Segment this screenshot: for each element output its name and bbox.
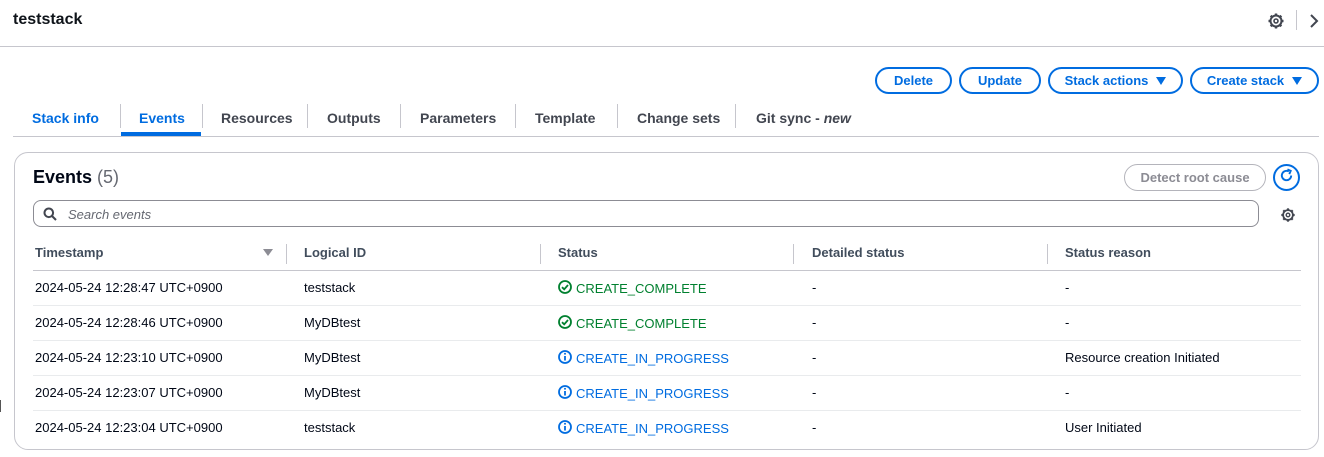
update-button[interactable]: Update — [959, 67, 1041, 94]
column-timestamp[interactable]: Timestamp — [35, 245, 103, 260]
detect-root-cause-button[interactable]: Detect root cause — [1124, 164, 1266, 191]
status-text: CREATE_COMPLETE — [576, 316, 707, 331]
cell-detailed-status: - — [812, 315, 817, 330]
column-status[interactable]: Status — [558, 245, 598, 260]
cell-logical-id: teststack — [304, 420, 356, 435]
table-row: 2024-05-24 12:23:04 UTC+0900 teststack C… — [33, 410, 1301, 445]
check-circle-icon — [558, 315, 576, 332]
column-status-reason[interactable]: Status reason — [1065, 245, 1151, 260]
refresh-button[interactable] — [1273, 164, 1300, 191]
status-text: CREATE_COMPLETE — [576, 281, 707, 296]
gear-icon[interactable] — [1280, 207, 1296, 223]
tab-change-sets[interactable]: Change sets — [637, 100, 720, 135]
search-box — [33, 200, 1259, 227]
tab-git-sync[interactable]: Git sync - new — [756, 100, 851, 135]
stack-actions-bar: Delete Update Stack actions Create stack — [0, 67, 1324, 95]
tab-separator — [120, 104, 121, 128]
new-badge: new — [823, 109, 851, 126]
delete-button[interactable]: Delete — [875, 67, 952, 94]
tab-resources[interactable]: Resources — [221, 100, 293, 135]
cell-status: CREATE_COMPLETE — [558, 280, 707, 297]
tab-outputs[interactable]: Outputs — [327, 100, 381, 135]
stack-tabs: Stack info Events Resources Outputs Para… — [13, 100, 1319, 137]
table-row: 2024-05-24 12:28:47 UTC+0900 teststack C… — [33, 270, 1301, 306]
refresh-icon — [1279, 168, 1294, 188]
column-detailed-status[interactable]: Detailed status — [812, 245, 904, 260]
cell-timestamp: 2024-05-24 12:23:10 UTC+0900 — [35, 350, 223, 365]
status-text: CREATE_IN_PROGRESS — [576, 386, 729, 401]
tab-separator — [202, 104, 203, 128]
sort-descending-icon[interactable] — [263, 249, 273, 256]
page-header: teststack — [0, 0, 1324, 47]
cell-logical-id: MyDBtest — [304, 350, 361, 365]
events-count: (5) — [97, 167, 120, 187]
column-resizer[interactable] — [540, 244, 541, 264]
tab-separator — [400, 104, 401, 128]
chevron-right-icon[interactable] — [1306, 12, 1322, 30]
cell-detailed-status: - — [812, 420, 817, 435]
cell-timestamp: 2024-05-24 12:28:46 UTC+0900 — [35, 315, 223, 330]
cell-detailed-status: - — [812, 350, 817, 365]
stack-actions-button[interactable]: Stack actions — [1048, 67, 1183, 94]
tab-separator — [515, 104, 516, 128]
tab-separator — [735, 104, 736, 128]
header-divider — [1296, 10, 1297, 30]
update-button-label: Update — [977, 73, 1023, 88]
tab-template[interactable]: Template — [535, 100, 595, 135]
table-row: 2024-05-24 12:28:46 UTC+0900 MyDBtest CR… — [33, 305, 1301, 341]
cell-status-reason: User Initiated — [1065, 420, 1142, 435]
tab-git-sync-label: Git sync — [756, 109, 812, 126]
create-stack-label: Create stack — [1206, 73, 1285, 88]
search-icon — [43, 207, 57, 221]
gear-icon[interactable] — [1267, 12, 1285, 30]
tab-parameters[interactable]: Parameters — [420, 100, 496, 135]
cell-logical-id: MyDBtest — [304, 315, 361, 330]
cell-logical-id: MyDBtest — [304, 385, 361, 400]
table-row: 2024-05-24 12:23:10 UTC+0900 MyDBtest CR… — [33, 340, 1301, 376]
create-stack-button[interactable]: Create stack — [1190, 67, 1319, 94]
caret-down-icon — [1156, 76, 1167, 85]
events-panel: Events (5) Detect root cause Timestamp L… — [14, 152, 1319, 450]
column-resizer[interactable] — [286, 244, 287, 264]
tab-stack-info[interactable]: Stack info — [32, 100, 99, 135]
check-circle-icon — [558, 280, 576, 297]
cell-status: CREATE_IN_PROGRESS — [558, 385, 729, 402]
info-circle-icon — [558, 385, 576, 402]
cell-detailed-status: - — [812, 280, 817, 295]
tab-separator — [617, 104, 618, 128]
delete-button-label: Delete — [893, 73, 934, 88]
stack-actions-label: Stack actions — [1064, 73, 1149, 88]
cell-logical-id: teststack — [304, 280, 356, 295]
table-header: Timestamp Logical ID Status Detailed sta… — [33, 233, 1301, 271]
status-text: CREATE_IN_PROGRESS — [576, 421, 729, 436]
cell-timestamp: 2024-05-24 12:23:07 UTC+0900 — [35, 385, 223, 400]
cell-status-reason: - — [1065, 280, 1070, 295]
tab-events[interactable]: Events — [139, 100, 185, 135]
cell-status-reason: Resource creation Initiated — [1065, 350, 1220, 365]
cell-status: CREATE_IN_PROGRESS — [558, 350, 729, 367]
cell-status-reason: - — [1065, 385, 1070, 400]
cell-timestamp: 2024-05-24 12:28:47 UTC+0900 — [35, 280, 223, 295]
cell-status: CREATE_COMPLETE — [558, 315, 707, 332]
column-resizer[interactable] — [1047, 244, 1048, 264]
status-text: CREATE_IN_PROGRESS — [576, 351, 729, 366]
search-input[interactable] — [66, 204, 1250, 224]
cell-detailed-status: - — [812, 385, 817, 400]
page-title: teststack — [13, 11, 83, 28]
window-edge-marker — [0, 400, 1, 412]
events-title: Events (5) — [33, 167, 119, 188]
table-row: 2024-05-24 12:23:07 UTC+0900 MyDBtest CR… — [33, 375, 1301, 411]
column-logical-id[interactable]: Logical ID — [304, 245, 366, 260]
info-circle-icon — [558, 420, 576, 437]
tab-separator — [307, 104, 308, 128]
cell-timestamp: 2024-05-24 12:23:04 UTC+0900 — [35, 420, 223, 435]
cell-status-reason: - — [1065, 315, 1070, 330]
caret-down-icon — [1292, 76, 1303, 85]
active-tab-indicator — [121, 132, 201, 136]
cell-status: CREATE_IN_PROGRESS — [558, 420, 729, 437]
info-circle-icon — [558, 350, 576, 367]
events-title-text: Events — [33, 167, 93, 187]
column-resizer[interactable] — [793, 244, 794, 264]
